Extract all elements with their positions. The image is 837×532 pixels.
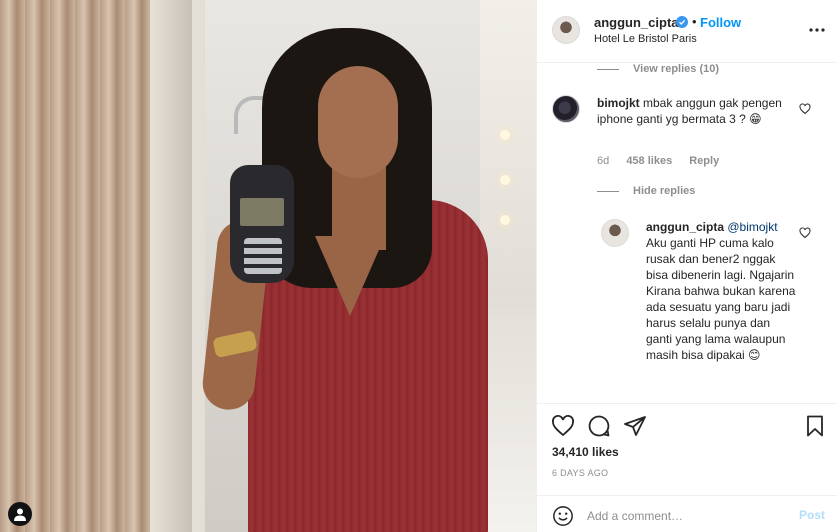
phone-keypad [244, 238, 282, 274]
comment-likes[interactable]: 458 likes [626, 155, 672, 167]
face [318, 66, 398, 178]
comment-meta: 6d 458 likes Reply [597, 155, 733, 167]
post-actions: 34,410 likes 6 DAYS AGO Post [537, 403, 837, 532]
comments-list: View replies (10) bimojkt mbak anggun ga… [537, 63, 837, 403]
post-side-panel: anggun_cipta • Follow Hotel Le Bristol P… [536, 0, 837, 532]
comment-input[interactable] [587, 505, 787, 527]
replies-line [597, 69, 619, 70]
more-options-icon[interactable] [807, 20, 827, 40]
curtain-edge [150, 0, 192, 532]
comment-age[interactable]: 6d [597, 155, 609, 167]
reply-like-heart-icon[interactable] [799, 227, 811, 239]
like-heart-icon[interactable] [551, 414, 575, 438]
save-bookmark-icon[interactable] [803, 414, 827, 438]
comment-like-heart-icon[interactable] [799, 103, 811, 115]
vanity-bulb [500, 175, 510, 185]
reply-text: anggun_cipta @bimojkt Aku ganti HP cuma … [646, 219, 796, 363]
reply-mention[interactable]: @bimojkt [727, 220, 777, 234]
post-location[interactable]: Hotel Le Bristol Paris [594, 33, 697, 45]
emoji-smiley-icon[interactable] [552, 505, 574, 527]
separator-dot: • [692, 14, 697, 29]
post-header: anggun_cipta • Follow Hotel Le Bristol P… [537, 0, 837, 63]
post-username[interactable]: anggun_cipta [594, 15, 679, 30]
post-photo[interactable] [0, 0, 536, 532]
post-time[interactable]: 6 DAYS AGO [552, 468, 608, 478]
post-comment-button[interactable]: Post [799, 508, 825, 522]
mirror-reflection [480, 0, 536, 532]
tagged-user-icon[interactable] [8, 502, 32, 526]
avatar[interactable] [601, 219, 629, 247]
replies-line [597, 191, 619, 192]
vanity-bulb [500, 215, 510, 225]
follow-button[interactable]: Follow [700, 15, 741, 30]
comment-username[interactable]: bimojkt [597, 96, 640, 110]
reply-username[interactable]: anggun_cipta [646, 220, 724, 234]
like-count[interactable]: 34,410 likes [552, 445, 619, 459]
reply-button[interactable]: Reply [689, 155, 719, 167]
vanity-bulb [500, 130, 510, 140]
phone-screen [240, 198, 284, 226]
verified-badge-icon [676, 16, 688, 28]
hide-replies-button[interactable]: Hide replies [633, 185, 695, 197]
add-comment-bar: Post [537, 495, 837, 532]
reply-body: Aku ganti HP cuma kalo rusak dan bener2 … [646, 236, 796, 362]
share-paper-plane-icon[interactable] [623, 414, 647, 438]
comment-text: bimojkt mbak anggun gak pengen iphone ga… [597, 95, 787, 127]
comment-bubble-icon[interactable] [587, 414, 611, 438]
avatar[interactable] [552, 95, 580, 123]
curtain [0, 0, 150, 532]
view-replies-button[interactable]: View replies (10) [633, 63, 719, 75]
avatar[interactable] [552, 16, 580, 44]
